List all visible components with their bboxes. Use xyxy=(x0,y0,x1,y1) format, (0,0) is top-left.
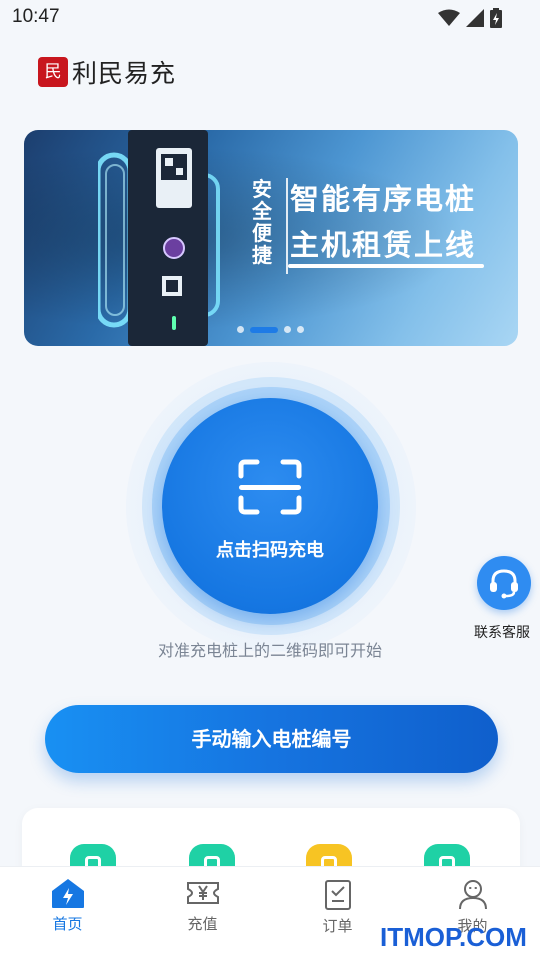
status-icons xyxy=(438,8,502,28)
banner-divider xyxy=(286,178,288,274)
scan-frame-icon xyxy=(238,459,302,515)
customer-service-label: 联系客服 xyxy=(474,625,530,641)
banner-headline-1: 智能有序电桩 xyxy=(290,182,477,216)
home-bolt-icon xyxy=(51,879,84,908)
charger-illustration xyxy=(98,130,220,346)
user-icon xyxy=(458,880,487,910)
banner-dot-1[interactable] xyxy=(237,326,244,333)
headset-icon[interactable] xyxy=(477,556,531,610)
tab-recharge-label: 充值 xyxy=(187,915,218,933)
recharge-ticket-icon xyxy=(186,882,219,904)
scan-button-label: 点击扫码充电 xyxy=(216,540,324,561)
banner-dot-3[interactable] xyxy=(284,326,291,333)
tab-home-label: 首页 xyxy=(52,915,83,933)
status-bar: 10:47 xyxy=(0,0,540,36)
watermark: ITMOP.COM xyxy=(380,922,527,952)
status-time: 10:47 xyxy=(12,6,60,27)
promo-banner[interactable]: 安全便捷 智能有序电桩 主机租赁上线 xyxy=(24,130,518,346)
tab-recharge[interactable]: 充值 xyxy=(135,867,270,937)
scan-to-charge-button[interactable]: 点击扫码充电 xyxy=(162,398,378,614)
customer-service-button[interactable]: 联系客服 xyxy=(470,556,540,642)
app-logo: 民 利民易充 xyxy=(38,54,176,90)
manual-entry-button[interactable]: 手动输入电桩编号 xyxy=(45,705,498,773)
battery-charging-icon xyxy=(490,8,502,28)
banner-headline-2: 主机租赁上线 xyxy=(290,228,477,262)
banner-dot-4[interactable] xyxy=(297,326,304,333)
scan-hint-text: 对准充电桩上的二维码即可开始 xyxy=(157,641,382,660)
order-clipboard-icon xyxy=(324,880,351,910)
logo-seal: 民 xyxy=(38,57,68,87)
banner-side-text: 安全便捷 xyxy=(252,177,272,267)
cellular-icon xyxy=(466,9,484,27)
banner-underline xyxy=(288,264,484,268)
banner-dot-2-active[interactable] xyxy=(250,326,278,333)
tab-home[interactable]: 首页 xyxy=(0,867,135,937)
banner-pagination[interactable] xyxy=(237,326,304,333)
wifi-icon xyxy=(438,9,460,26)
app-name: 利民易充 xyxy=(72,59,177,88)
